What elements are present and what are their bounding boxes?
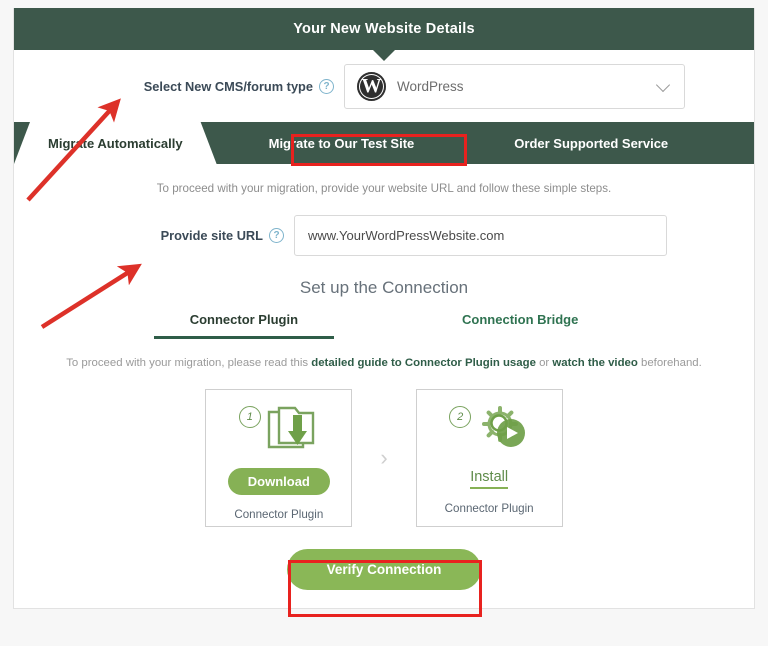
page-title: Your New Website Details xyxy=(293,21,475,37)
cms-type-label: Select New CMS/forum type xyxy=(143,78,313,94)
cms-selected-value: WordPress xyxy=(397,78,464,94)
guide-text: To proceed with your migration, please r… xyxy=(14,355,754,373)
guide-prefix: To proceed with your migration, please r… xyxy=(66,357,312,369)
step-card-download: 1 Download Connector Plugin xyxy=(205,388,353,527)
header-notch-arrow xyxy=(373,50,395,61)
site-url-input[interactable]: www.YourWordPressWebsite.com xyxy=(294,215,667,256)
download-button[interactable]: Download xyxy=(227,467,330,495)
question-mark-icon[interactable]: ? xyxy=(319,78,334,94)
guide-middle: or xyxy=(535,357,553,369)
step-number-badge: 2 xyxy=(449,405,472,428)
site-url-label-group: Provide site URL ? xyxy=(14,228,294,243)
question-mark-icon[interactable]: ? xyxy=(269,228,284,243)
migration-tabs: Migrate Automatically Migrate to Our Tes… xyxy=(14,122,754,164)
tab-label: Order Supported Service xyxy=(514,135,669,151)
intro-text: To proceed with your migration, provide … xyxy=(156,182,612,195)
verify-connection-button[interactable]: Verify Connection xyxy=(286,548,482,590)
tab-order-supported-service[interactable]: Order Supported Service xyxy=(488,122,694,164)
detailed-guide-link[interactable]: detailed guide to Connector Plugin usage xyxy=(311,357,536,369)
tab-migrate-automatically[interactable]: Migrate Automatically xyxy=(14,122,217,164)
subtab-connection-bridge[interactable]: Connection Bridge xyxy=(426,312,614,339)
connection-method-tabs: Connector Plugin Connection Bridge xyxy=(14,312,754,339)
step-1-icon-row: 1 xyxy=(238,402,319,464)
guide-suffix: beforehand. xyxy=(637,357,702,369)
verify-button-row: Verify Connection xyxy=(14,548,754,590)
watch-video-link[interactable]: watch the video xyxy=(552,357,637,369)
site-url-label: Provide site URL xyxy=(160,228,263,243)
tab-label: Migrate Automatically xyxy=(48,135,183,151)
step-2-icon-row: 2 xyxy=(449,402,529,464)
gear-play-icon xyxy=(475,402,529,459)
wordpress-logo-icon: W xyxy=(357,71,386,101)
cms-type-select[interactable]: W WordPress xyxy=(344,63,685,109)
folder-download-icon xyxy=(265,402,319,459)
tab-label: Migrate to Our Test Site xyxy=(268,135,415,151)
step-2-caption: Connector Plugin xyxy=(444,501,534,515)
chevron-down-icon[interactable] xyxy=(655,77,671,92)
panel-header: Your New Website Details xyxy=(14,8,754,61)
setup-connection-heading: Set up the Connection xyxy=(299,278,469,297)
cms-label-group: Select New CMS/forum type ? xyxy=(14,78,344,94)
subtab-label: Connection Bridge xyxy=(462,312,579,327)
step-card-install: 2 Install Connector Plugin xyxy=(415,388,563,527)
site-url-row: Provide site URL ? www.YourWordPressWebs… xyxy=(14,215,754,256)
tab-migrate-to-test-site[interactable]: Migrate to Our Test Site xyxy=(243,122,441,164)
chevron-right-icon: › xyxy=(380,444,388,470)
migration-body: To proceed with your migration, provide … xyxy=(14,164,754,608)
subtab-connector-plugin[interactable]: Connector Plugin xyxy=(153,312,335,339)
subtab-label: Connector Plugin xyxy=(189,312,299,327)
setup-steps: 1 Download Connector Plugin › 2 Install … xyxy=(14,388,754,527)
step-1-caption: Connector Plugin xyxy=(234,507,324,521)
install-link[interactable]: Install xyxy=(470,469,509,489)
website-details-panel: Your New Website Details Select New CMS/… xyxy=(13,8,755,609)
step-number-badge: 1 xyxy=(238,405,261,428)
